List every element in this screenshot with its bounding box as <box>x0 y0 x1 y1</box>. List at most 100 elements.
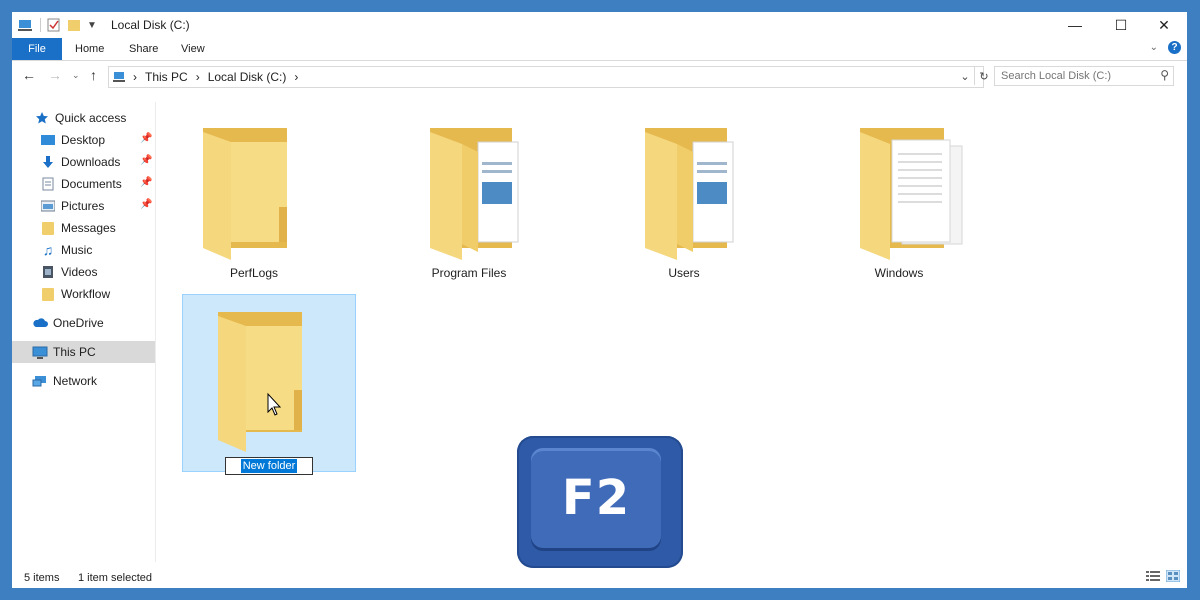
nav-item-label: Desktop <box>61 133 106 147</box>
help-icon[interactable]: ? <box>1168 41 1181 54</box>
search-box[interactable]: ⚲ <box>994 66 1174 86</box>
folder-item-windows[interactable]: Windows <box>812 102 986 280</box>
folder-label: Users <box>668 266 700 280</box>
nav-item-label: This PC <box>53 345 96 359</box>
nav-item-label: Videos <box>61 265 98 279</box>
folder-label: Program Files <box>431 266 507 280</box>
pin-icon[interactable]: 📌 <box>140 177 152 188</box>
breadcrumb-separator: › <box>294 70 299 84</box>
address-dropdown-chevron-icon[interactable]: ⌄ <box>956 67 974 85</box>
folder-item-users[interactable]: Users <box>597 102 771 280</box>
cloud-icon <box>32 316 48 330</box>
folder-label: Windows <box>874 266 924 280</box>
computer-icon[interactable] <box>18 18 34 32</box>
download-icon <box>40 155 56 169</box>
rename-input[interactable]: New folder <box>225 457 313 475</box>
computer-icon <box>32 345 48 359</box>
nav-item-quick-access[interactable]: Quick access <box>12 107 155 129</box>
pin-icon[interactable]: 📌 <box>140 133 152 144</box>
forward-arrow-icon[interactable]: → <box>48 67 62 83</box>
pictures-icon <box>40 199 56 213</box>
nav-item-desktop[interactable]: Desktop 📌 <box>12 129 155 151</box>
folder-files-icon <box>430 128 519 260</box>
nav-item-pictures[interactable]: Pictures 📌 <box>12 195 155 217</box>
nav-item-this-pc[interactable]: This PC <box>12 341 155 363</box>
nav-item-network[interactable]: Network <box>12 370 155 392</box>
close-button[interactable]: ✕ <box>1141 12 1187 38</box>
folder-files-icon <box>645 128 734 260</box>
toolbar-divider <box>40 18 41 32</box>
f2-keycap: F2 <box>531 448 661 548</box>
computer-icon <box>113 72 125 82</box>
nav-item-label: Messages <box>61 221 116 235</box>
nav-item-label: Music <box>61 243 93 257</box>
folder-item-new-folder[interactable]: New folder <box>182 294 356 475</box>
key-label: F2 <box>561 470 631 526</box>
status-bar: 5 items 1 item selected <box>12 566 1187 588</box>
nav-item-videos[interactable]: Videos <box>12 261 155 283</box>
nav-item-downloads[interactable]: Downloads 📌 <box>12 151 155 173</box>
status-selected-count: 1 item selected <box>78 572 152 584</box>
quick-access-toolbar: ▼ <box>18 16 97 34</box>
breadcrumb-separator: › <box>195 70 200 84</box>
folder-icon <box>40 287 56 301</box>
breadcrumb-this-pc[interactable]: This PC <box>145 70 188 84</box>
desktop-icon <box>40 133 56 147</box>
large-icons-view-icon[interactable] <box>1165 569 1181 585</box>
search-icon[interactable]: ⚲ <box>1160 68 1169 82</box>
folder-docs-icon <box>860 128 963 260</box>
tab-share[interactable]: Share <box>129 38 158 60</box>
window-title: Local Disk (C:) <box>111 18 190 32</box>
nav-item-workflow[interactable]: Workflow <box>12 283 155 305</box>
title-bar: ▼ Local Disk (C:) — ☐ ✕ <box>12 12 1187 38</box>
pin-icon[interactable]: 📌 <box>140 155 152 166</box>
folder-item-program-files[interactable]: Program Files <box>382 102 556 280</box>
customize-toolbar-chevron-icon[interactable]: ▼ <box>87 20 97 31</box>
refresh-icon[interactable]: ↻ <box>974 67 993 85</box>
folder-icon <box>203 128 287 260</box>
videos-icon <box>40 265 56 279</box>
music-icon: ♫ <box>42 242 54 258</box>
nav-item-messages[interactable]: Messages <box>12 217 155 239</box>
maximize-button[interactable]: ☐ <box>1098 12 1144 38</box>
nav-item-music[interactable]: ♫ Music <box>12 239 155 261</box>
nav-item-label: Documents <box>61 177 122 191</box>
address-bar[interactable]: › This PC › Local Disk (C:) › <box>108 66 984 88</box>
folder-item-perflogs[interactable]: PerfLogs <box>167 102 341 280</box>
status-item-count: 5 items <box>24 572 60 584</box>
nav-item-label: Downloads <box>61 155 121 169</box>
tab-file[interactable]: File <box>12 38 62 60</box>
breadcrumb-local-disk[interactable]: Local Disk (C:) <box>208 70 287 84</box>
tab-home[interactable]: Home <box>75 38 104 60</box>
f2-key-overlay: F2 <box>517 436 683 568</box>
expand-ribbon-chevron-icon[interactable]: ⌄ <box>1150 42 1158 53</box>
nav-item-label: Pictures <box>61 199 105 213</box>
back-arrow-icon[interactable]: ← <box>22 67 36 83</box>
nav-item-label: Workflow <box>61 287 111 301</box>
folder-icon <box>40 221 56 235</box>
rename-selected-text: New folder <box>240 459 298 473</box>
navigation-pane: Quick access Desktop 📌 Downloads 📌 Docum… <box>12 102 156 562</box>
star-icon <box>34 111 50 125</box>
documents-icon <box>40 177 56 191</box>
ribbon-right-controls: ⌄ ? <box>1150 41 1181 54</box>
properties-icon[interactable] <box>47 18 61 32</box>
details-view-icon[interactable] <box>1146 570 1160 585</box>
pin-icon[interactable]: 📌 <box>140 199 152 210</box>
folder-icon <box>218 312 302 452</box>
search-input[interactable] <box>995 67 1157 85</box>
tab-view[interactable]: View <box>181 38 205 60</box>
nav-item-onedrive[interactable]: OneDrive <box>12 312 155 334</box>
address-row: ← → ⌄ ↑ › This PC › Local Disk (C:) › ⌄ … <box>12 64 1187 88</box>
breadcrumb-separator: › <box>133 70 137 84</box>
nav-item-label: OneDrive <box>53 316 104 330</box>
folder-label: PerfLogs <box>229 266 279 280</box>
nav-item-label: Network <box>53 374 98 388</box>
nav-item-label: Quick access <box>55 111 127 125</box>
up-arrow-icon[interactable]: ↑ <box>90 67 97 83</box>
network-icon <box>32 374 48 388</box>
recent-locations-chevron-icon[interactable]: ⌄ <box>72 70 80 81</box>
new-folder-icon[interactable] <box>67 18 81 32</box>
nav-item-documents[interactable]: Documents 📌 <box>12 173 155 195</box>
minimize-button[interactable]: — <box>1052 12 1098 38</box>
